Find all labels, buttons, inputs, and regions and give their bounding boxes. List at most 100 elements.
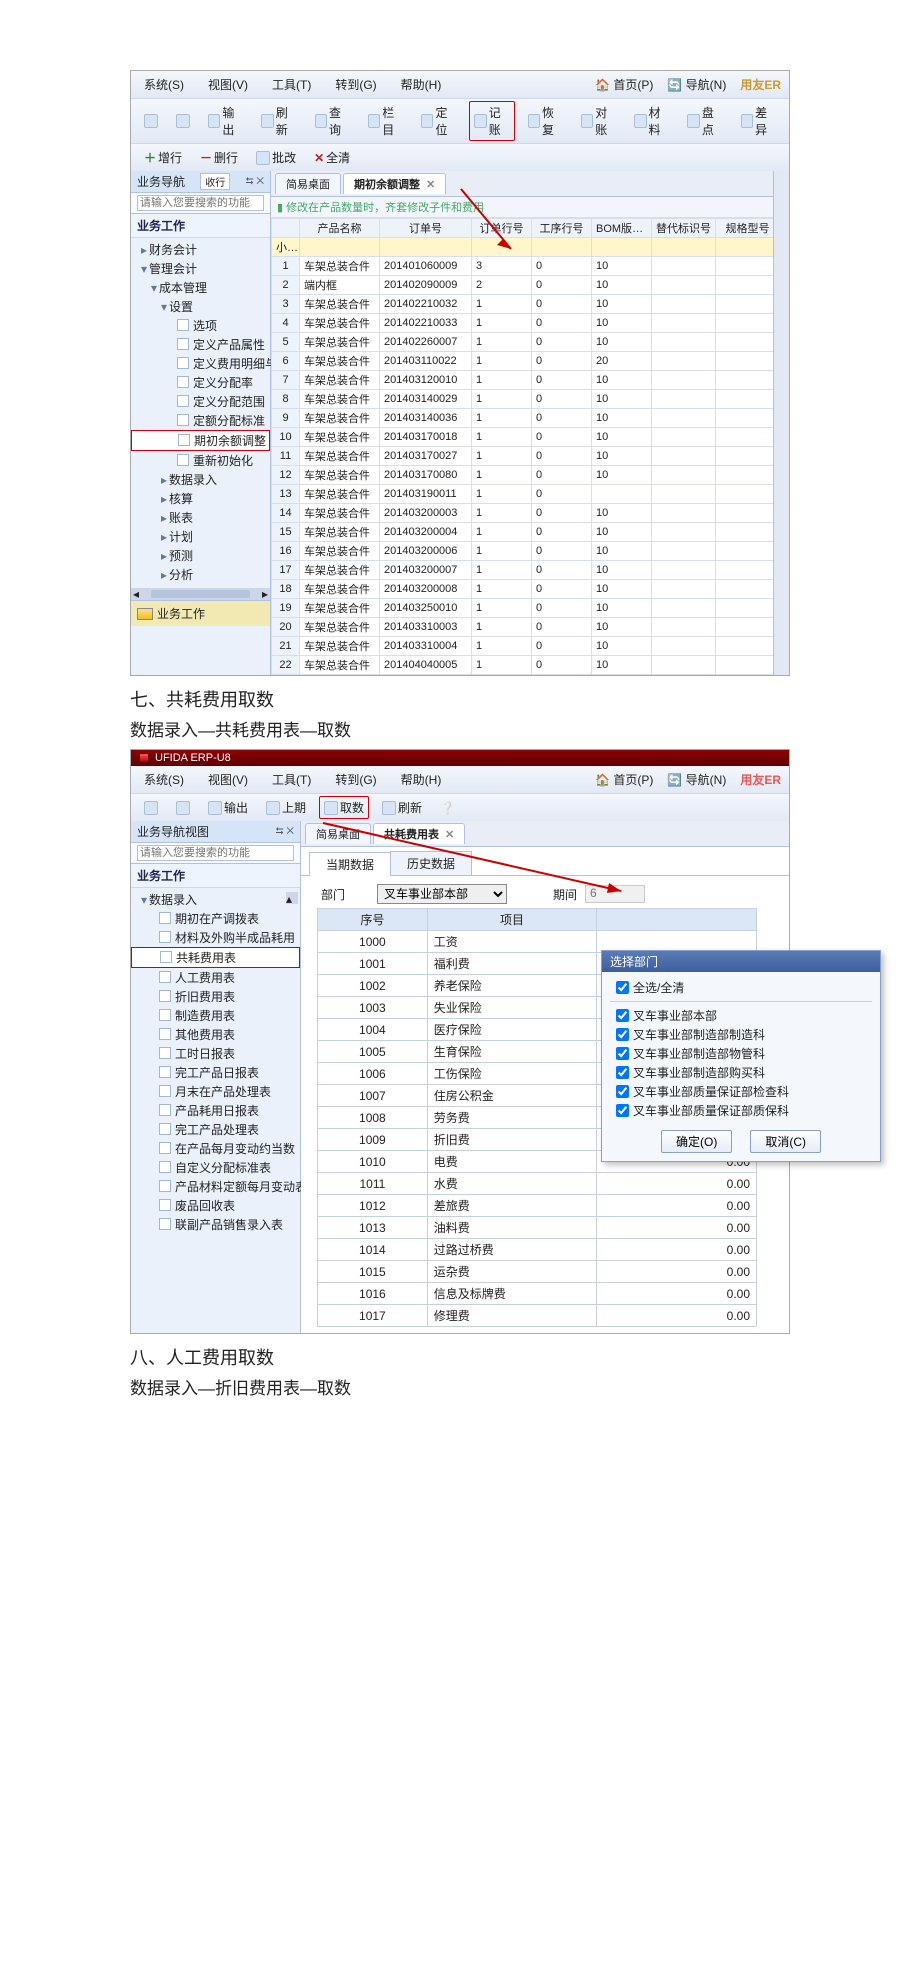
cell-name[interactable]: 车架总装合件 xyxy=(300,333,380,352)
col-rownum[interactable] xyxy=(272,219,300,238)
table-row[interactable]: 5车架总装合件2014022600071010 xyxy=(272,333,774,352)
cell-bom[interactable]: 10 xyxy=(592,390,652,409)
table-row[interactable]: 17车架总装合件2014032000071010 xyxy=(272,561,774,580)
cell-name[interactable]: 车架总装合件 xyxy=(300,637,380,656)
cell-bom[interactable]: 10 xyxy=(592,523,652,542)
leaf-finished-process[interactable]: 完工产品处理表 xyxy=(131,1120,300,1139)
cell-bom[interactable]: 10 xyxy=(592,580,652,599)
cell-procline[interactable]: 0 xyxy=(532,352,592,371)
table-row[interactable]: 22车架总装合件2014040400051010 xyxy=(272,656,774,675)
cell-procline[interactable]: 0 xyxy=(532,561,592,580)
dept-option[interactable]: 叉车事业部制造部制造科 xyxy=(610,1025,872,1044)
leaf-product-attr[interactable]: 定义产品属性 xyxy=(131,335,270,354)
cell-value[interactable]: 0.00 xyxy=(597,1239,757,1261)
cell-item[interactable]: 养老保险 xyxy=(427,975,597,997)
tree-reports[interactable]: ▸账表 xyxy=(131,508,270,527)
cell-order[interactable]: 201401060009 xyxy=(380,257,472,276)
leaf-other-expense[interactable]: 其他费用表 xyxy=(131,1025,300,1044)
tb-check[interactable]: 盘点 xyxy=(682,101,727,141)
cell-seq[interactable]: 1010 xyxy=(318,1151,428,1173)
cell-name[interactable]: 车架总装合件 xyxy=(300,428,380,447)
table-row[interactable]: 6车架总装合件2014031100221020 xyxy=(272,352,774,371)
cell-seq[interactable]: 1008 xyxy=(318,1107,428,1129)
cell-order[interactable]: 201402090009 xyxy=(380,276,472,295)
tb-delrow[interactable]: －删行 xyxy=(195,146,243,169)
cell-orderline[interactable]: 1 xyxy=(472,466,532,485)
dept-option[interactable]: 叉车事业部制造部购买科 xyxy=(610,1063,872,1082)
tb-open-icon[interactable] xyxy=(171,798,195,818)
cell-item[interactable]: 修理费 xyxy=(427,1305,597,1327)
menu-tools[interactable]: 工具(T) xyxy=(267,73,316,96)
cell-procline[interactable]: 0 xyxy=(532,580,592,599)
cell-name[interactable]: 车架总装合件 xyxy=(300,599,380,618)
cell-bom[interactable]: 10 xyxy=(592,295,652,314)
dept-option[interactable]: 叉车事业部本部 xyxy=(610,1006,872,1025)
leaf-alloc-scope[interactable]: 定义分配范围 xyxy=(131,392,270,411)
leaf-opening-balance-adjust[interactable]: 期初余额调整 xyxy=(131,430,270,451)
cell-procline[interactable]: 0 xyxy=(532,599,592,618)
cell-procline[interactable]: 0 xyxy=(532,371,592,390)
tb-locate[interactable]: 定位 xyxy=(416,101,461,141)
cell-item[interactable]: 工伤保险 xyxy=(427,1063,597,1085)
cell-item[interactable]: 住房公积金 xyxy=(427,1085,597,1107)
cell-order[interactable]: 201402260007 xyxy=(380,333,472,352)
tree-analysis[interactable]: ▸分析 xyxy=(131,565,270,584)
table-row[interactable]: 15车架总装合件2014032000041010 xyxy=(272,523,774,542)
cell-item[interactable]: 过路过桥费 xyxy=(427,1239,597,1261)
tree-plan[interactable]: ▸计划 xyxy=(131,527,270,546)
sidebar-tab[interactable]: 收行 xyxy=(200,173,230,190)
cell-seq[interactable]: 1006 xyxy=(318,1063,428,1085)
check-all[interactable]: 全选/全清 xyxy=(610,978,872,997)
table-row[interactable]: 18车架总装合件2014032000081010 xyxy=(272,580,774,599)
cell-item[interactable]: 劳务费 xyxy=(427,1107,597,1129)
subtab-current[interactable]: 当期数据 xyxy=(309,852,391,876)
tab-shared-expense[interactable]: 共耗费用表✕ xyxy=(373,823,465,844)
leaf-labor-expense[interactable]: 人工费用表 xyxy=(131,968,300,987)
cell-item[interactable]: 差旅费 xyxy=(427,1195,597,1217)
leaf-options[interactable]: 选项 xyxy=(131,316,270,335)
cell-procline[interactable]: 0 xyxy=(532,542,592,561)
cell-name[interactable]: 车架总装合件 xyxy=(300,618,380,637)
cell-order[interactable]: 201403310004 xyxy=(380,637,472,656)
cell-name[interactable]: 车架总装合件 xyxy=(300,561,380,580)
tb-material[interactable]: 材料 xyxy=(629,101,674,141)
leaf-scrap-recycle[interactable]: 废品回收表 xyxy=(131,1196,300,1215)
cell-order[interactable]: 201403200006 xyxy=(380,542,472,561)
cell-orderline[interactable]: 1 xyxy=(472,333,532,352)
cancel-button[interactable]: 取消(C) xyxy=(750,1130,821,1153)
cell-order[interactable]: 201404040005 xyxy=(380,656,472,675)
tb-refresh[interactable]: 刷新 xyxy=(256,101,301,141)
tab-balance-adjust[interactable]: 期初余额调整✕ xyxy=(343,173,446,194)
cell-orderline[interactable]: 1 xyxy=(472,523,532,542)
col-orderline[interactable]: 订单行号 xyxy=(472,219,532,238)
cell-orderline[interactable]: 2 xyxy=(472,276,532,295)
leaf-material-quota-monthly[interactable]: 产品材料定额每月变动表 xyxy=(131,1177,300,1196)
cell-procline[interactable]: 0 xyxy=(532,409,592,428)
table-row[interactable]: 1011水费0.00 xyxy=(318,1173,757,1195)
col-value[interactable] xyxy=(597,909,757,931)
tb-refresh[interactable]: 刷新 xyxy=(377,796,427,819)
tree-forecast[interactable]: ▸预测 xyxy=(131,546,270,565)
cell-seq[interactable]: 1009 xyxy=(318,1129,428,1151)
cell-seq[interactable]: 1001 xyxy=(318,953,428,975)
dept-option[interactable]: 叉车事业部制造部物管科 xyxy=(610,1044,872,1063)
col-alt[interactable]: 替代标识号 xyxy=(652,219,716,238)
table-row[interactable]: 20车架总装合件2014033100031010 xyxy=(272,618,774,637)
cell-value[interactable]: 0.00 xyxy=(597,1217,757,1239)
tb-new-icon[interactable] xyxy=(139,111,163,131)
cell-value[interactable]: 0.00 xyxy=(597,1173,757,1195)
cell-order[interactable]: 201403310003 xyxy=(380,618,472,637)
tree-finance[interactable]: ▸财务会计 xyxy=(131,240,270,259)
cell-name[interactable]: 车架总装合件 xyxy=(300,485,380,504)
cell-orderline[interactable]: 1 xyxy=(472,295,532,314)
cell-order[interactable]: 201402210032 xyxy=(380,295,472,314)
cell-order[interactable]: 201403170080 xyxy=(380,466,472,485)
cell-seq[interactable]: 1004 xyxy=(318,1019,428,1041)
cell-bom[interactable] xyxy=(592,485,652,504)
cell-bom[interactable]: 10 xyxy=(592,257,652,276)
leaf-opening-wip[interactable]: 期初在产调拨表 xyxy=(131,909,300,928)
leaf-fee-detail[interactable]: 定义费用明细与总账 xyxy=(131,354,270,373)
cell-orderline[interactable]: 1 xyxy=(472,371,532,390)
table-row[interactable]: 4车架总装合件2014022100331010 xyxy=(272,314,774,333)
leaf-shared-expense[interactable]: 共耗费用表 xyxy=(131,947,300,968)
